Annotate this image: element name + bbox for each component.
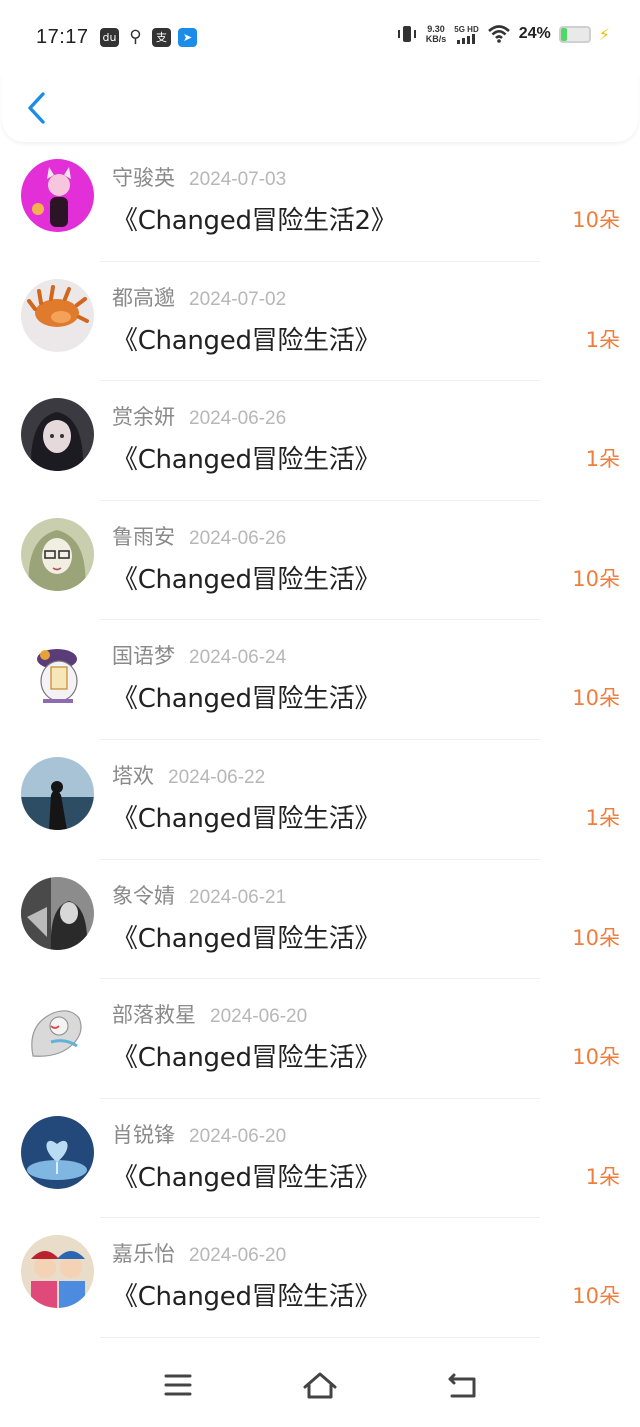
list-item[interactable]: 部落救星 2024-06-20 《Changed冒险生活》 10朵 (0, 979, 640, 1099)
donation-date: 2024-06-21 (189, 886, 287, 908)
donation-date: 2024-06-26 (189, 408, 287, 430)
book-title: 《Changed冒险生活》 (112, 684, 381, 715)
home-icon[interactable] (300, 1365, 340, 1405)
list-item[interactable]: 国语梦 2024-06-24 《Changed冒险生活》 10朵 (0, 620, 640, 740)
gift-amount: 1朵 (585, 805, 620, 830)
donor-name-text: 国语梦 (112, 644, 175, 669)
gift-list: 守骏英 2024-07-03 《Changed冒险生活2》 10朵 都高邈 2024… (0, 142, 640, 1338)
menu-icon[interactable] (158, 1365, 198, 1405)
system-nav-bar (0, 1347, 640, 1427)
status-bar: 17:17 du ⚲ 支 ➤ 9.30 KB/s 5G HD 24% ⚡ (0, 0, 640, 76)
gift-amount: 10朵 (572, 1284, 620, 1309)
divider (100, 1336, 540, 1338)
list-item[interactable]: 象令婧 2024-06-21 《Changed冒险生活》 10朵 (0, 860, 640, 980)
gift-amount: 10朵 (572, 1045, 620, 1070)
network-speed: 9.30 KB/s (426, 24, 447, 44)
donor-name: 象令婧 2024-06-21 (112, 880, 286, 910)
avatar[interactable] (21, 1115, 94, 1189)
book-title: 《Changed冒险生活》 (112, 1282, 381, 1313)
list-item[interactable]: 守骏英 2024-07-03 《Changed冒险生活2》 10朵 (0, 142, 640, 262)
status-time: 17:17 (36, 26, 89, 48)
donation-date: 2024-06-20 (210, 1006, 308, 1028)
avatar[interactable] (21, 517, 94, 591)
gift-amount: 10朵 (572, 566, 620, 591)
book-title: 《Changed冒险生活》 (112, 803, 381, 834)
donation-date: 2024-06-22 (168, 766, 266, 788)
chevron-left-icon[interactable] (24, 90, 50, 126)
book-title: 《Changed冒险生活》 (112, 1043, 381, 1074)
donation-date: 2024-06-24 (189, 647, 287, 669)
list-item[interactable]: 肖锐锋 2024-06-20 《Changed冒险生活》 1朵 (0, 1099, 640, 1219)
speed-unit: KB/s (425, 34, 447, 44)
list-item[interactable]: 鲁雨安 2024-06-26 《Changed冒险生活》 10朵 (0, 501, 640, 621)
list-item[interactable]: 塔欢 2024-06-22 《Changed冒险生活》 1朵 (0, 740, 640, 860)
vibrate-icon (397, 26, 416, 42)
donor-name-text: 嘉乐怡 (112, 1242, 175, 1267)
donor-name: 嘉乐怡 2024-06-20 (112, 1238, 286, 1268)
donor-name: 塔欢 2024-06-22 (112, 760, 265, 790)
donor-name: 鲁雨安 2024-06-26 (112, 521, 286, 551)
book-title: 《Changed冒险生活2》 (112, 206, 397, 236)
donor-name-text: 部落救星 (112, 1003, 196, 1028)
book-title: 《Changed冒险生活》 (112, 923, 381, 954)
donor-name: 肖锐锋 2024-06-20 (112, 1119, 286, 1149)
donor-name-text: 守骏英 (112, 166, 175, 190)
avatar[interactable] (21, 1235, 94, 1309)
book-title: 《Changed冒险生活》 (112, 1162, 381, 1193)
gift-amount: 10朵 (572, 925, 620, 950)
status-notification-icons: du ⚲ 支 ➤ (100, 28, 197, 47)
status-right-icons: 9.30 KB/s 5G HD 24% ⚡ (396, 24, 610, 44)
list-item[interactable]: 都高邈 2024-07-02 《Changed冒险生活》 1朵 (0, 262, 640, 382)
donation-date: 2024-07-02 (189, 288, 287, 310)
gift-amount: 1朵 (585, 447, 620, 472)
avatar[interactable] (21, 637, 94, 711)
gift-amount: 10朵 (572, 208, 620, 232)
donor-name-text: 赏余妍 (112, 405, 175, 430)
donation-date: 2024-06-20 (189, 1245, 287, 1267)
donor-name-text: 塔欢 (112, 763, 154, 788)
battery-percent: 24% (518, 25, 551, 42)
book-title: 《Changed冒险生活》 (112, 445, 381, 476)
gift-amount: 1朵 (585, 327, 620, 352)
alipay-icon: 支 (152, 28, 171, 47)
donor-name-text: 都高邈 (112, 285, 175, 310)
network-indicator: 5G HD (454, 24, 479, 44)
top-bar (2, 76, 638, 142)
avatar[interactable] (21, 756, 94, 830)
donor-name-text: 肖锐锋 (112, 1122, 175, 1147)
book-title: 《Changed冒险生活》 (112, 325, 381, 356)
gift-amount: 1朵 (585, 1164, 620, 1189)
avatar[interactable] (21, 398, 94, 472)
donor-name-text: 象令婧 (112, 883, 175, 908)
back-icon[interactable] (442, 1365, 482, 1405)
donor-name: 都高邈 2024-07-02 (112, 282, 286, 312)
donation-date: 2024-07-03 (189, 169, 287, 190)
speed-value: 9.30 (427, 24, 445, 34)
network-type: 5G HD (454, 24, 479, 34)
donor-name: 守骏英 2024-07-03 (112, 162, 286, 192)
donor-name-text: 鲁雨安 (112, 524, 175, 549)
avatar[interactable] (21, 996, 94, 1070)
charging-icon: ⚡ (598, 24, 610, 44)
book-title: 《Changed冒险生活》 (112, 564, 381, 595)
gift-amount: 10朵 (572, 686, 620, 711)
list-item[interactable]: 赏余妍 2024-06-26 《Changed冒险生活》 1朵 (0, 381, 640, 501)
donor-name: 国语梦 2024-06-24 (112, 640, 286, 670)
donor-name: 赏余妍 2024-06-26 (112, 401, 286, 431)
list-item[interactable]: 嘉乐怡 2024-06-20 《Changed冒险生活》 10朵 (0, 1218, 640, 1338)
app-icon: ➤ (178, 28, 197, 47)
avatar[interactable] (21, 159, 94, 232)
wifi-icon (487, 25, 510, 43)
avatar[interactable] (21, 876, 94, 950)
location-icon: ⚲ (129, 27, 142, 47)
battery-icon (558, 25, 591, 43)
avatar[interactable] (21, 278, 94, 352)
baidu-icon: du (100, 28, 119, 47)
donation-date: 2024-06-20 (189, 1125, 287, 1147)
donation-date: 2024-06-26 (189, 527, 287, 549)
signal-icon (456, 33, 475, 44)
donor-name: 部落救星 2024-06-20 (112, 999, 307, 1029)
